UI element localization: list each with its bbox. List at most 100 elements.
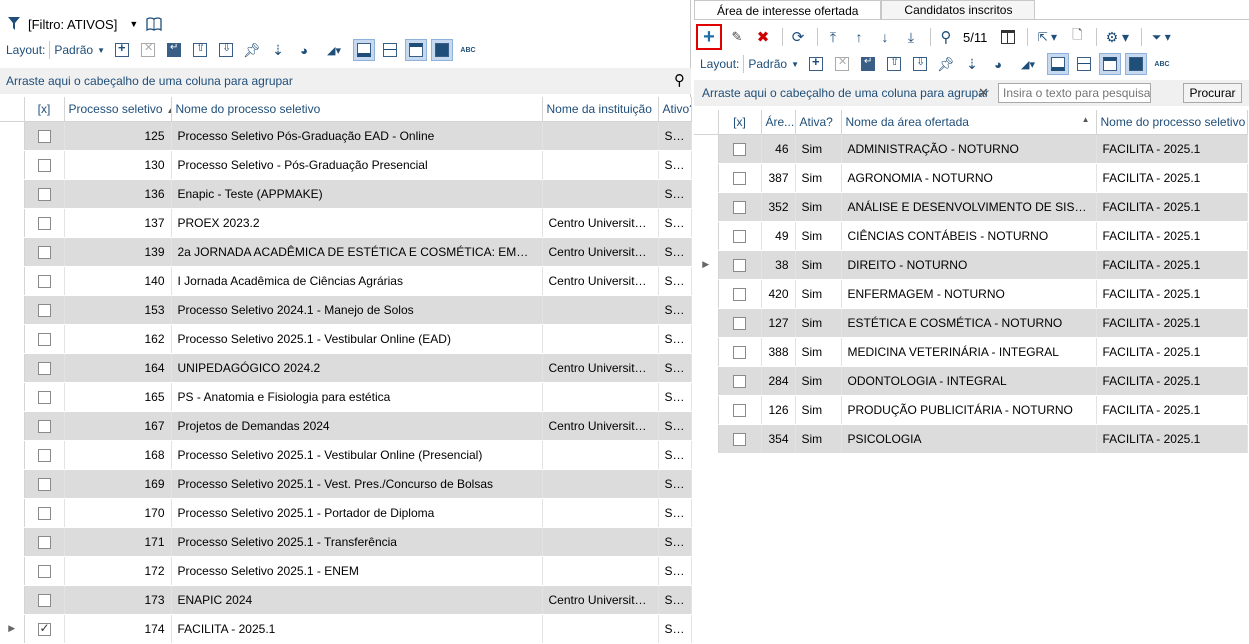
filter-label[interactable]: [Filtro: ATIVOS]	[28, 17, 117, 32]
table-row[interactable]: 140 I Jornada Acadêmica de Ciências Agrár…	[0, 266, 692, 296]
row-checkbox[interactable]	[733, 316, 746, 330]
row-checkbox-cell[interactable]	[24, 556, 65, 586]
row-checkbox-cell[interactable]	[24, 411, 65, 441]
expand-all-icon[interactable]: +	[805, 53, 827, 75]
unpin-icon[interactable]: ⇣	[961, 53, 983, 75]
layout-dropdown[interactable]: Padrão	[54, 43, 93, 57]
row-checkbox[interactable]	[37, 477, 51, 491]
layout-top-icon[interactable]	[1099, 53, 1121, 75]
row-checkbox-cell[interactable]	[718, 221, 762, 251]
previous-record-icon[interactable]: ↑	[848, 26, 870, 48]
chart-icon[interactable]: ◢▾	[319, 39, 349, 61]
next-record-icon[interactable]: ↓	[874, 26, 896, 48]
table-row[interactable]: 125 Processo Seletivo Pós-Graduação EAD -…	[0, 121, 692, 151]
search-input[interactable]	[998, 83, 1151, 103]
row-checkbox[interactable]	[733, 374, 746, 388]
table-row[interactable]: 352 Sim ANÁLISE E DESENVOLVIMENTO DE SISTE…	[694, 192, 1248, 222]
column-header-checkbox[interactable]: [x]	[718, 110, 762, 135]
row-checkbox-cell[interactable]	[718, 337, 762, 367]
row-checkbox[interactable]	[37, 390, 51, 404]
row-checkbox-cell[interactable]	[24, 121, 65, 151]
row-checkbox[interactable]	[37, 332, 51, 346]
row-checkbox[interactable]	[733, 229, 746, 243]
abc-icon[interactable]: ABC	[1151, 53, 1173, 75]
row-checkbox[interactable]	[37, 216, 51, 230]
row-checkbox-cell[interactable]	[718, 134, 762, 164]
column-header-process-id[interactable]: Processo seletivo▲	[64, 97, 172, 122]
table-row[interactable]: 168 Processo Seletivo 2025.1 - Vestibular…	[0, 440, 692, 470]
column-header-area-name[interactable]: Nome da área ofertada ▲	[841, 110, 1097, 135]
row-checkbox-cell[interactable]	[24, 179, 65, 209]
table-row[interactable]: 127 Sim ESTÉTICA E COSMÉTICA - NOTURNO FACI…	[694, 308, 1248, 338]
move-top-icon[interactable]: ⇧	[189, 39, 211, 61]
table-row[interactable]: 388 Sim MEDICINA VETERINÁRIA - INTEGRAL FAC…	[694, 337, 1248, 367]
table-row[interactable]: 136 Enapic - Teste (APPMAKE) Sim	[0, 179, 692, 209]
row-checkbox-cell[interactable]	[718, 192, 762, 222]
table-row[interactable]: ▶ 38 Sim DIREITO - NOTURNO FACILITA - 2025.1	[694, 250, 1248, 280]
tab-area-ofertada[interactable]: Área de interesse ofertada	[694, 0, 882, 20]
layout-split-icon[interactable]	[1073, 53, 1095, 75]
table-row[interactable]: 137 PROEX 2023.2 Centro Universitári... Sim	[0, 208, 692, 238]
row-checkbox[interactable]	[733, 142, 746, 156]
layout-full-icon[interactable]	[431, 39, 453, 61]
add-button[interactable]: +	[696, 24, 722, 50]
column-header-checkbox[interactable]: [x]	[24, 97, 65, 122]
row-checkbox-cell[interactable]	[718, 163, 762, 193]
row-checkbox[interactable]	[37, 593, 51, 607]
group-by-bar[interactable]: Arraste aqui o cabeçalho de uma coluna p…	[694, 80, 1249, 106]
row-checkbox[interactable]	[37, 187, 51, 201]
row-checkbox[interactable]	[733, 345, 746, 359]
table-row[interactable]: ▶ 174FACILITA - 2025.1 Sim	[0, 614, 692, 644]
row-checkbox[interactable]	[37, 129, 51, 143]
row-checkbox[interactable]	[733, 258, 746, 272]
move-top-icon[interactable]: ⇧	[883, 53, 905, 75]
filter-icon[interactable]	[8, 17, 20, 31]
last-record-icon[interactable]: ⤓	[900, 26, 922, 48]
clear-search-icon[interactable]: ✕	[978, 85, 989, 101]
collapse-all-icon[interactable]: ✕	[137, 39, 159, 61]
table-row[interactable]: 172 Processo Seletivo 2025.1 - ENEM Sim	[0, 556, 692, 586]
chevron-down-icon[interactable]: ▼	[129, 19, 138, 29]
first-record-icon[interactable]: ⤒	[822, 26, 844, 48]
row-checkbox-cell[interactable]	[24, 295, 65, 325]
shapes-icon[interactable]: ◕	[293, 39, 315, 61]
edit-icon[interactable]: ✎	[726, 26, 748, 48]
collapse-all-icon[interactable]: ✕	[831, 53, 853, 75]
row-checkbox[interactable]	[37, 621, 51, 636]
delete-icon[interactable]: ✖	[752, 26, 774, 48]
row-checkbox[interactable]	[37, 361, 51, 375]
column-header-active[interactable]: Ativa?	[795, 110, 842, 135]
shapes-icon[interactable]: ◕	[987, 53, 1009, 75]
row-checkbox-cell[interactable]	[24, 150, 65, 180]
refresh-icon[interactable]: ⟳	[787, 26, 809, 48]
row-checkbox-cell[interactable]	[24, 208, 65, 238]
tab-candidatos[interactable]: Candidatos inscritos	[881, 0, 1036, 20]
table-row[interactable]: 153 Processo Seletivo 2024.1 - Manejo de …	[0, 295, 692, 325]
row-checkbox-cell[interactable]	[24, 382, 65, 412]
row-checkbox[interactable]	[37, 506, 51, 520]
column-header-process-name[interactable]: Nome do processo seletivo	[171, 97, 543, 122]
pin-icon[interactable]: 📌︎	[241, 39, 263, 61]
row-checkbox[interactable]	[37, 245, 51, 259]
row-checkbox-cell[interactable]	[718, 395, 762, 425]
row-checkbox[interactable]	[733, 403, 746, 417]
column-header-active[interactable]: Ativo?	[658, 97, 692, 122]
layout-dropdown[interactable]: Padrão	[748, 57, 787, 71]
table-row[interactable]: 130 Processo Seletivo - Pós-Graduação Pre…	[0, 150, 692, 180]
row-checkbox-cell[interactable]	[24, 498, 65, 528]
layout-full-icon[interactable]	[1125, 53, 1147, 75]
chevron-down-icon[interactable]: ▼	[97, 46, 105, 55]
table-row[interactable]: 139 2a JORNADA ACADÊMICA DE ESTÉTICA E CO…	[0, 237, 692, 267]
row-checkbox-cell[interactable]	[24, 527, 65, 557]
chevron-down-icon[interactable]: ▼	[791, 60, 799, 69]
filter-icon[interactable]: ⏷ ▾	[1146, 26, 1176, 48]
group-by-bar[interactable]: Arraste aqui o cabeçalho de uma coluna p…	[0, 68, 691, 94]
row-checkbox[interactable]	[37, 274, 51, 288]
table-row[interactable]: 173 ENAPIC 2024 Centro Universitári... Sim	[0, 585, 692, 615]
column-header-process-name[interactable]: Nome do processo seletivo	[1096, 110, 1248, 135]
row-checkbox-cell[interactable]	[24, 353, 65, 383]
row-checkbox[interactable]	[37, 448, 51, 462]
row-checkbox[interactable]	[733, 171, 746, 185]
chart-icon[interactable]: ◢▾	[1013, 53, 1043, 75]
row-checkbox[interactable]	[37, 158, 51, 172]
